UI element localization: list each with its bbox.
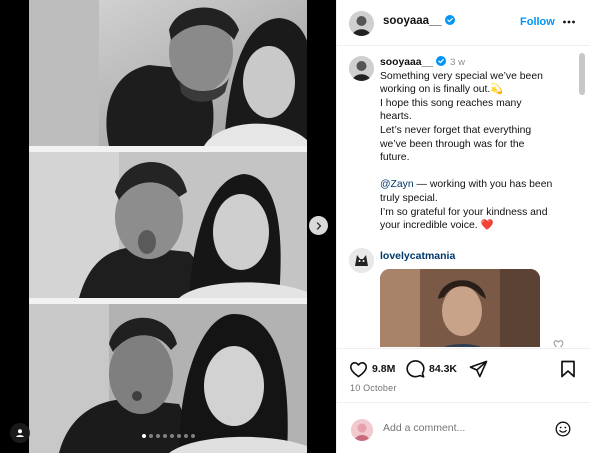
add-comment-bar — [337, 402, 590, 453]
caption-line: truly special. — [380, 192, 438, 204]
caption-line: working on is finally out.💫 — [380, 84, 504, 96]
save-action[interactable] — [560, 360, 576, 378]
post-time: 3 w — [450, 57, 465, 68]
caption-line: your incredible voice. ❤️ — [380, 220, 494, 232]
media-dot — [148, 434, 153, 438]
emoji-icon[interactable] — [555, 421, 571, 437]
post-media[interactable] — [0, 0, 336, 453]
post-caption: sooyaaa__ 3 w Something very special we’v… — [380, 56, 573, 233]
media-pagination-dots — [0, 434, 336, 438]
bookmark-icon[interactable] — [560, 360, 576, 378]
like-action[interactable]: 9.8M — [349, 360, 395, 378]
comments-scrollbar[interactable] — [579, 51, 585, 345]
viewer-avatar — [351, 419, 373, 441]
post-date: 10 October — [350, 383, 397, 393]
post-details-panel: sooyaaa__ Follow sooyaaa__ 3 w Something … — [336, 0, 590, 453]
caption-line: future. — [380, 152, 410, 164]
comments-scroll-area[interactable]: sooyaaa__ 3 w Something very special we’v… — [337, 47, 590, 347]
commenter-avatar[interactable] — [349, 248, 374, 273]
comment-image[interactable] — [380, 269, 540, 347]
photo-strip-frame-1 — [29, 0, 307, 146]
commenter-username[interactable]: lovelycatmania — [380, 250, 455, 262]
scrollbar-thumb[interactable] — [579, 53, 585, 95]
media-dot — [141, 434, 146, 438]
share-icon[interactable] — [469, 360, 488, 378]
media-dot — [162, 434, 167, 438]
comment-icon[interactable] — [406, 360, 425, 378]
caption-line: Let’s never forget that everything — [380, 124, 532, 136]
photo-strip-frame-2 — [29, 152, 307, 298]
post-actions: 9.8M 84.3K 10 October — [337, 348, 590, 402]
follow-button[interactable]: Follow — [520, 16, 555, 28]
heart-icon[interactable] — [349, 360, 368, 378]
more-options-icon[interactable] — [562, 15, 576, 29]
verified-badge-icon — [444, 15, 455, 25]
like-count: 9.8M — [372, 363, 396, 375]
verified-badge-icon — [436, 56, 447, 66]
caption-author-avatar[interactable] — [349, 56, 374, 81]
caption-line: hearts. — [380, 111, 412, 123]
mention-link[interactable]: @Zayn — [380, 179, 414, 190]
caption-line: Something very special we’ve been — [380, 70, 543, 82]
media-dot — [155, 434, 160, 438]
user-tag-button[interactable] — [10, 423, 30, 443]
media-dot — [169, 434, 174, 438]
media-dot — [183, 434, 188, 438]
next-media-button[interactable] — [309, 216, 328, 235]
media-dot — [190, 434, 195, 438]
photo-strip-frame-3 — [29, 304, 307, 453]
caption-line: we’ve been through was for the — [380, 138, 525, 150]
caption-author-username[interactable]: sooyaaa__ — [380, 57, 433, 68]
caption-line: I hope this song reaches many — [380, 97, 522, 109]
comment-action[interactable]: 84.3K — [406, 360, 457, 378]
post-header: sooyaaa__ Follow — [337, 0, 590, 46]
share-action[interactable] — [469, 360, 488, 378]
media-dot — [176, 434, 181, 438]
comment-input[interactable] — [383, 422, 533, 434]
caption-line: — working with you has been — [413, 179, 553, 191]
caption-line: I’m so grateful for your kindness and — [380, 206, 548, 218]
author-username[interactable]: sooyaaa__ — [383, 15, 455, 27]
chevron-right-icon — [316, 221, 321, 230]
heart-icon[interactable] — [553, 339, 564, 347]
author-avatar[interactable] — [349, 11, 374, 36]
comment-count: 84.3K — [429, 363, 458, 375]
